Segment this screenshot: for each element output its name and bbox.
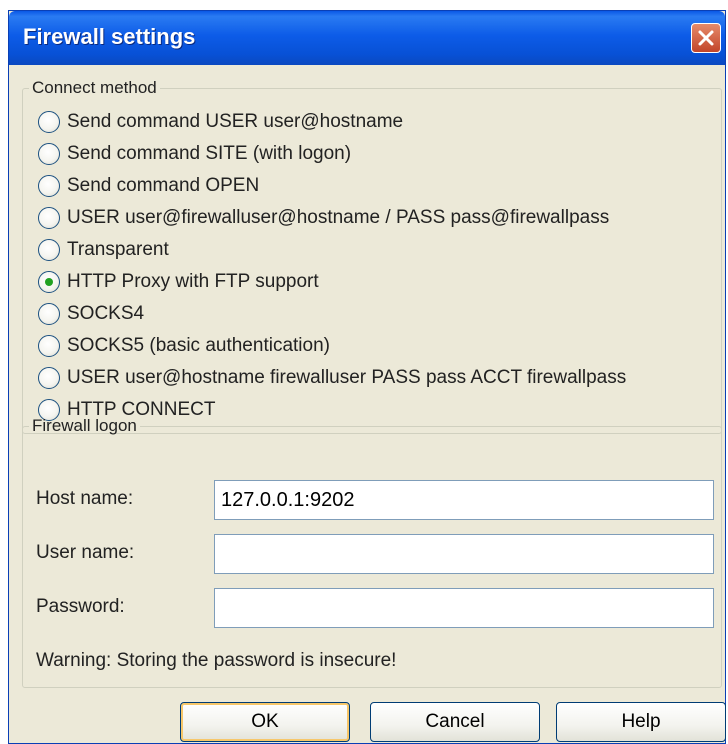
radio-icon[interactable]	[38, 111, 60, 133]
radio-http-proxy[interactable]: HTTP Proxy with FTP support	[38, 268, 319, 296]
host-name-label: Host name:	[36, 488, 134, 509]
radio-label: Send command OPEN	[67, 175, 260, 196]
title-bar[interactable]: Firewall settings	[9, 11, 725, 65]
close-icon	[698, 30, 714, 46]
radio-label: USER user@firewalluser@hostname / PASS p…	[67, 207, 610, 228]
radio-label: SOCKS5 (basic authentication)	[67, 335, 330, 356]
radio-socks5[interactable]: SOCKS5 (basic authentication)	[38, 332, 330, 360]
radio-label: SOCKS4	[67, 303, 145, 324]
ok-button[interactable]: OK	[180, 702, 350, 742]
close-button[interactable]	[691, 23, 721, 53]
help-button[interactable]: Help	[556, 702, 726, 742]
radio-socks4[interactable]: SOCKS4	[38, 300, 144, 328]
host-name-input[interactable]: 127.0.0.1:9202	[214, 480, 714, 520]
connect-method-legend: Connect method	[32, 78, 157, 97]
radio-user-firewalluser[interactable]: USER user@firewalluser@hostname / PASS p…	[38, 204, 609, 232]
radio-icon[interactable]	[38, 335, 60, 357]
radio-user-acct[interactable]: USER user@hostname firewalluser PASS pas…	[38, 364, 626, 392]
firewall-logon-legend: Firewall logon	[32, 416, 137, 435]
password-input[interactable]	[214, 588, 714, 628]
radio-icon[interactable]	[38, 367, 60, 389]
radio-send-command-site[interactable]: Send command SITE (with logon)	[38, 140, 351, 168]
user-name-input[interactable]	[214, 534, 714, 574]
radio-label: Send command SITE (with logon)	[67, 143, 352, 164]
cancel-button[interactable]: Cancel	[370, 702, 540, 742]
radio-label: Transparent	[67, 239, 169, 260]
radio-icon[interactable]	[38, 271, 60, 293]
radio-label: HTTP Proxy with FTP support	[67, 271, 319, 292]
user-name-label: User name:	[36, 542, 135, 563]
radio-label: Send command USER user@hostname	[67, 111, 404, 132]
radio-icon[interactable]	[38, 143, 60, 165]
password-warning: Warning: Storing the password is insecur…	[36, 650, 397, 671]
radio-label: USER user@hostname firewalluser PASS pas…	[67, 367, 627, 388]
password-label: Password:	[36, 596, 125, 617]
radio-send-command-open[interactable]: Send command OPEN	[38, 172, 259, 200]
radio-icon[interactable]	[38, 239, 60, 261]
radio-icon[interactable]	[38, 207, 60, 229]
dialog-title: Firewall settings	[23, 24, 196, 49]
radio-transparent[interactable]: Transparent	[38, 236, 169, 264]
radio-icon[interactable]	[38, 175, 60, 197]
radio-icon[interactable]	[38, 303, 60, 325]
radio-send-command-user[interactable]: Send command USER user@hostname	[38, 108, 403, 136]
